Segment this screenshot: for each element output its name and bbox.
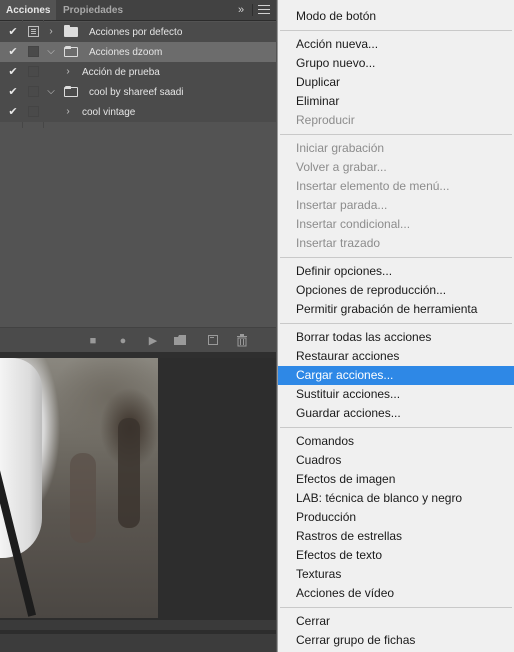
action-set-row[interactable]: ✔ ⌵ Acciones dzoom xyxy=(0,42,276,62)
menu-item-borrar-todas-las-acciones[interactable]: Borrar todas las acciones xyxy=(278,328,514,347)
folder-open-icon xyxy=(64,46,78,57)
tab-acciones[interactable]: Acciones xyxy=(0,0,56,20)
dialog-toggle-icon[interactable] xyxy=(28,66,39,77)
action-label: cool vintage xyxy=(82,107,136,118)
action-set-label: Acciones dzoom xyxy=(89,47,163,58)
double-chevron-right-icon[interactable]: » xyxy=(233,1,249,19)
chevron-down-icon[interactable]: ⌵ xyxy=(45,46,57,58)
checkmark-icon[interactable]: ✔ xyxy=(6,85,20,99)
action-row[interactable]: ✔ › Acción de prueba xyxy=(0,62,276,82)
photo-detail xyxy=(70,453,96,543)
action-set-label: Acciones por defecto xyxy=(89,27,183,38)
menu-item-insertar-elemento-de-menu: Insertar elemento de menú... xyxy=(296,179,450,193)
menu-item-accion-nueva[interactable]: Acción nueva... xyxy=(278,35,514,54)
menu-item-efectos-de-texto[interactable]: Efectos de texto xyxy=(278,546,514,565)
tab-propiedades[interactable]: Propiedades xyxy=(57,0,129,20)
checkmark-icon[interactable]: ✔ xyxy=(6,105,20,119)
folder-open-icon xyxy=(64,86,78,97)
new-action-icon[interactable] xyxy=(206,334,220,348)
action-label: Acción de prueba xyxy=(82,67,160,78)
menu-item-cargar-acciones[interactable]: Cargar acciones... xyxy=(278,366,514,385)
action-set-row[interactable]: ✔ ⌵ cool by shareef saadi xyxy=(0,82,276,102)
menu-item-volver-a-grabar: Volver a grabar... xyxy=(296,160,387,174)
menu-item-comandos[interactable]: Comandos xyxy=(278,432,514,451)
menu-item-acciones-de-video[interactable]: Acciones de vídeo xyxy=(278,584,514,603)
chevron-down-icon[interactable]: ⌵ xyxy=(45,86,57,98)
action-row[interactable]: ✔ › cool vintage xyxy=(0,102,276,122)
menu-separator xyxy=(280,323,512,324)
menu-item-insertar-trazado: Insertar trazado xyxy=(296,236,381,250)
checkmark-icon[interactable]: ✔ xyxy=(6,45,20,59)
panel-tab-bar: Acciones Propiedades » xyxy=(0,0,276,21)
chevron-right-icon[interactable]: › xyxy=(62,66,74,78)
dialog-toggle-icon[interactable] xyxy=(28,26,39,37)
action-set-row[interactable]: ✔ › Acciones por defecto xyxy=(0,22,276,42)
menu-item-sustituir-acciones[interactable]: Sustituir acciones... xyxy=(278,385,514,404)
menu-item-rastros-de-estrellas[interactable]: Rastros de estrellas xyxy=(278,527,514,546)
menu-item-cerrar-grupo-de-fichas[interactable]: Cerrar grupo de fichas xyxy=(278,631,514,650)
menu-item-cuadros[interactable]: Cuadros xyxy=(278,451,514,470)
actions-panel: Acciones Propiedades » ✔ › Acciones por … xyxy=(0,0,276,353)
menu-item-insertar-condicional: Insertar condicional... xyxy=(296,217,411,231)
menu-item-efectos-de-imagen[interactable]: Efectos de imagen xyxy=(278,470,514,489)
menu-item-duplicar[interactable]: Duplicar xyxy=(278,73,514,92)
photo-image xyxy=(0,358,158,618)
menu-separator xyxy=(280,257,512,258)
menu-item-iniciar-grabacion: Iniciar grabación xyxy=(296,141,385,155)
menu-item-eliminar[interactable]: Eliminar xyxy=(278,92,514,111)
hamburger-menu-icon[interactable] xyxy=(258,5,270,15)
menu-separator xyxy=(280,30,512,31)
menu-item-insertar-parada: Insertar parada... xyxy=(296,198,388,212)
panel-toolbar: ■ ● ▶ xyxy=(0,327,276,353)
folder-icon xyxy=(64,25,78,37)
menu-item-opciones-de-reproduccion[interactable]: Opciones de reproducción... xyxy=(278,281,514,300)
play-icon[interactable]: ▶ xyxy=(146,334,160,348)
dialog-toggle-icon[interactable] xyxy=(28,46,39,57)
panel-flyout-menu: Modo de botón Acción nueva... Grupo nuevo.… xyxy=(277,0,514,652)
action-set-label: cool by shareef saadi xyxy=(89,87,184,98)
checkmark-icon[interactable]: ✔ xyxy=(6,25,20,39)
chevron-right-icon[interactable]: › xyxy=(62,106,74,118)
new-set-icon[interactable] xyxy=(173,334,187,348)
menu-item-reproducir: Reproducir xyxy=(296,113,355,127)
menu-item-texturas[interactable]: Texturas xyxy=(278,565,514,584)
record-icon[interactable]: ● xyxy=(116,334,130,348)
dialog-toggle-icon[interactable] xyxy=(28,86,39,97)
document-canvas[interactable] xyxy=(0,358,276,652)
stop-icon[interactable]: ■ xyxy=(86,334,100,348)
status-bar xyxy=(0,634,276,652)
menu-item-lab-tecnica-de-blanco-y-negro[interactable]: LAB: técnica de blanco y negro xyxy=(278,489,514,508)
chevron-right-icon[interactable]: › xyxy=(45,26,57,38)
menu-item-permitir-grabacion-de-herramienta[interactable]: Permitir grabación de herramienta xyxy=(278,300,514,319)
menu-separator xyxy=(280,134,512,135)
menu-item-guardar-acciones[interactable]: Guardar acciones... xyxy=(278,404,514,423)
menu-item-modo-de-boton[interactable]: Modo de botón xyxy=(278,7,514,26)
tab-bar-divider xyxy=(252,4,253,16)
menu-item-restaurar-acciones[interactable]: Restaurar acciones xyxy=(278,347,514,366)
menu-item-cerrar[interactable]: Cerrar xyxy=(278,612,514,631)
menu-item-produccion[interactable]: Producción xyxy=(278,508,514,527)
dialog-toggle-icon[interactable] xyxy=(28,106,39,117)
menu-item-grupo-nuevo[interactable]: Grupo nuevo... xyxy=(278,54,514,73)
horizontal-scrollbar[interactable] xyxy=(0,620,276,630)
trash-icon[interactable] xyxy=(235,334,249,348)
menu-separator xyxy=(280,607,512,608)
photo-detail xyxy=(118,418,140,528)
checkmark-icon[interactable]: ✔ xyxy=(6,65,20,79)
menu-item-definir-opciones[interactable]: Definir opciones... xyxy=(278,262,514,281)
menu-separator xyxy=(280,427,512,428)
